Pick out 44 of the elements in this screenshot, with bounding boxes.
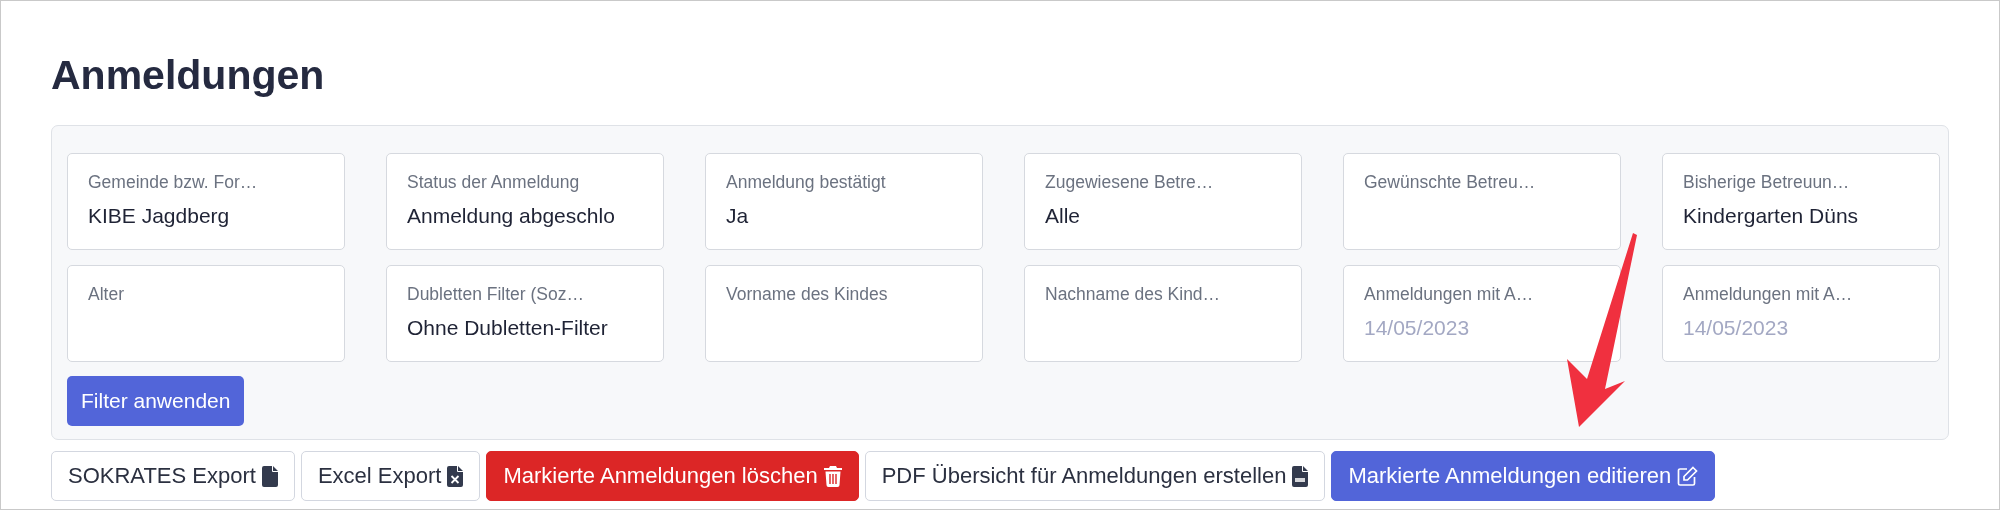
action-button[interactable]: Markierte Anmeldungen löschen <box>486 451 859 501</box>
excel-file-icon <box>447 465 464 487</box>
trash-icon <box>823 465 842 487</box>
action-button[interactable]: PDF Übersicht für Anmeldungen erstellen <box>864 451 1326 501</box>
filter-field[interactable]: Dubletten Filter (Soz… Ohne Dubletten-Filter <box>386 265 664 362</box>
field-value: Alle <box>1045 203 1082 229</box>
field-label: Gewünschte Betreu… <box>1364 171 1537 193</box>
field-label: Status der Anmeldung <box>407 171 581 193</box>
edit-icon <box>1677 465 1699 487</box>
filter-field[interactable]: Anmeldung bestätigt Ja <box>705 153 983 250</box>
filter-field[interactable]: Alter <box>67 265 345 362</box>
field-label: Zugewiesene Betre… <box>1045 171 1215 193</box>
field-value: Anmeldung abgeschlo <box>407 203 616 229</box>
field-label: Bisherige Betreuun… <box>1683 171 1851 193</box>
apply-filter-button[interactable]: Filter anwenden <box>67 376 245 426</box>
field-label: Gemeinde bzw. For… <box>88 171 259 193</box>
filter-field[interactable]: Status der Anmeldung Anmeldung abgeschlo <box>386 153 664 250</box>
page-title: Anmeldungen <box>51 51 326 100</box>
file-icon <box>261 465 278 487</box>
field-placeholder: 14/05/2023 <box>1364 315 1471 341</box>
filter-field[interactable]: Gemeinde bzw. For… KIBE Jagdberg <box>67 153 345 250</box>
filter-field[interactable]: Vorname des Kindes <box>705 265 983 362</box>
field-value: Ja <box>726 203 750 229</box>
field-label: Anmeldung bestätigt <box>726 171 887 193</box>
field-value: Kindergarten Düns <box>1683 203 1860 229</box>
field-label: Alter <box>88 283 125 305</box>
field-value: KIBE Jagdberg <box>88 203 231 229</box>
filter-field[interactable]: Nachname des Kind… <box>1024 265 1302 362</box>
filter-field[interactable]: Anmeldungen mit A… 14/05/2023 <box>1343 265 1621 362</box>
action-button[interactable]: Excel Export <box>300 451 481 501</box>
field-label: Dubletten Filter (Soz… <box>407 283 585 305</box>
field-placeholder: 14/05/2023 <box>1683 315 1790 341</box>
action-button[interactable]: SOKRATES Export <box>51 451 295 501</box>
filter-field[interactable]: Anmeldungen mit A… 14/05/2023 <box>1662 265 1940 362</box>
field-value: Ohne Dubletten-Filter <box>407 315 609 341</box>
field-label: Vorname des Kindes <box>726 283 889 305</box>
filter-field[interactable]: Zugewiesene Betre… Alle <box>1024 153 1302 250</box>
pdf-file-icon <box>1292 465 1309 487</box>
field-label: Anmeldungen mit A… <box>1683 283 1854 305</box>
action-button[interactable]: Markierte Anmeldungen editieren <box>1331 451 1716 501</box>
filter-field[interactable]: Gewünschte Betreu… <box>1343 153 1621 250</box>
filter-field[interactable]: Bisherige Betreuun… Kindergarten Düns <box>1662 153 1940 250</box>
field-label: Nachname des Kind… <box>1045 283 1222 305</box>
field-label: Anmeldungen mit A… <box>1364 283 1535 305</box>
